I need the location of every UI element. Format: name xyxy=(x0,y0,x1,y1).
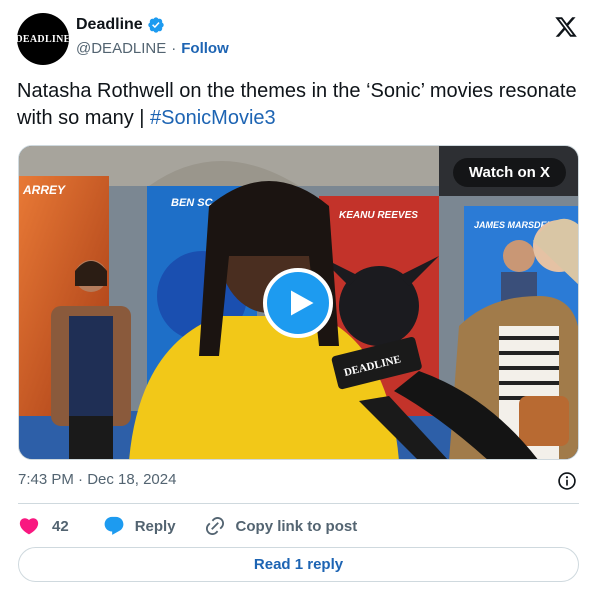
post-time: 7:43 PM xyxy=(18,471,74,488)
post-timestamp[interactable]: 7:43 PM · Dec 18, 2024 xyxy=(18,471,176,488)
link-icon xyxy=(205,516,224,536)
divider xyxy=(18,503,579,504)
info-icon[interactable] xyxy=(557,471,577,491)
like-button[interactable]: 42 xyxy=(18,515,69,537)
x-logo-icon[interactable] xyxy=(554,15,578,39)
hashtag-link[interactable]: #SonicMovie3 xyxy=(150,107,276,129)
read-replies-button[interactable]: Read 1 reply xyxy=(18,547,579,582)
poster-text-3: KEANU REEVES xyxy=(339,210,418,221)
post-date: Dec 18, 2024 xyxy=(87,471,177,488)
poster-text-1: ARREY xyxy=(22,183,66,197)
heart-icon xyxy=(19,518,39,535)
author-handle[interactable]: @DEADLINE xyxy=(76,40,166,57)
post-text-body: Natasha Rothwell on the themes in the ‘S… xyxy=(17,80,577,129)
video-thumbnail[interactable]: ARREY BEN SC KEANU REEVES JAMES MARSDEN xyxy=(18,145,579,460)
reply-bubble-icon xyxy=(104,516,124,535)
author-handle-row: @DEADLINE · Follow xyxy=(76,40,229,57)
play-button[interactable] xyxy=(263,268,333,338)
post-actions: 42 Reply Copy link to post xyxy=(18,514,357,538)
timestamp-separator: · xyxy=(78,471,84,488)
poster-text-2: BEN SC xyxy=(171,197,214,209)
play-icon xyxy=(290,290,313,316)
follow-button[interactable]: Follow xyxy=(181,40,229,57)
like-count: 42 xyxy=(52,517,69,535)
post-embed-card: DEADLINE Deadline @DEADLINE · Follow Nat… xyxy=(0,0,597,600)
copy-link-label: Copy link to post xyxy=(235,517,358,535)
copy-link-button[interactable]: Copy link to post xyxy=(204,515,358,537)
post-text: Natasha Rothwell on the themes in the ‘S… xyxy=(17,78,577,132)
watch-on-x-button[interactable]: Watch on X xyxy=(452,158,566,187)
avatar-logo-text: DEADLINE xyxy=(17,33,69,45)
handle-separator: · xyxy=(171,40,177,57)
reply-button[interactable]: Reply xyxy=(103,515,176,537)
reply-label: Reply xyxy=(134,517,176,535)
verified-badge-icon xyxy=(148,17,164,33)
author-name-row: Deadline xyxy=(76,16,165,34)
author-avatar[interactable]: DEADLINE xyxy=(17,13,69,65)
author-name[interactable]: Deadline xyxy=(76,16,143,34)
